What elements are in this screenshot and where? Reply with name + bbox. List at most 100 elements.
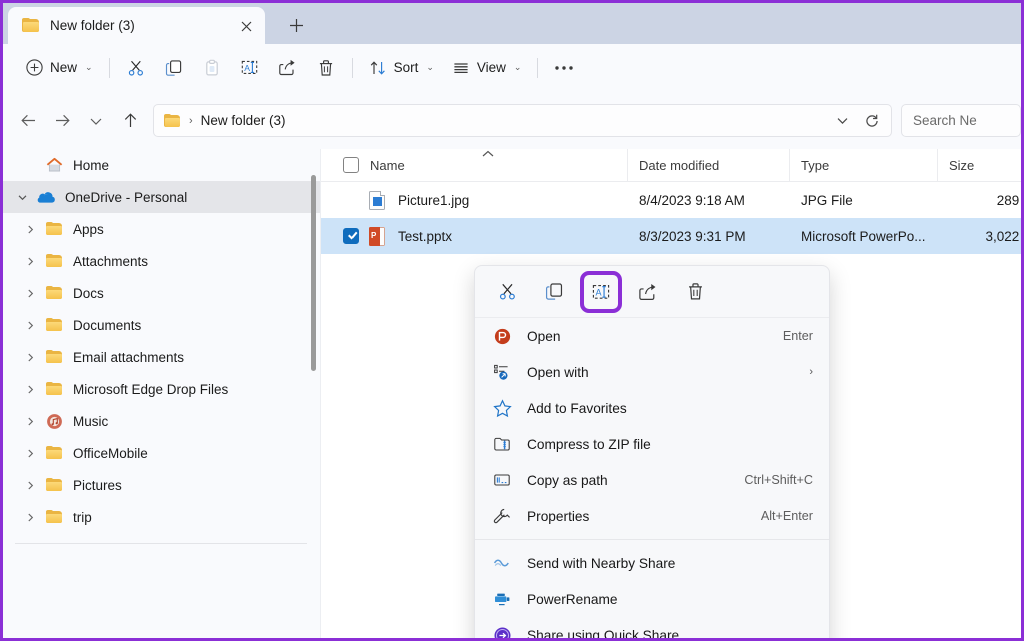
sidebar-item-label: Docs — [73, 285, 104, 301]
chevron-right-icon[interactable] — [17, 480, 43, 491]
column-header-name[interactable]: Name — [321, 149, 627, 182]
new-tab-button[interactable] — [279, 8, 313, 42]
back-button[interactable] — [11, 104, 45, 138]
sidebar-item-onedrive-personal[interactable]: OneDrive - Personal — [3, 181, 321, 213]
sidebar-scrollbar[interactable] — [310, 163, 317, 603]
sidebar-item-apps[interactable]: Apps — [3, 213, 321, 245]
table-row[interactable]: Picture1.jpg 8/4/2023 9:18 AM JPG File 2… — [321, 182, 1021, 218]
svg-text:A: A — [244, 63, 250, 73]
up-button[interactable] — [113, 104, 147, 138]
wrench-icon — [492, 507, 512, 526]
menu-item-open-with[interactable]: Open with › — [475, 354, 829, 390]
menu-item-open[interactable]: Open Enter — [475, 318, 829, 354]
sidebar-item-microsoft-edge-drop-files[interactable]: Microsoft Edge Drop Files — [3, 373, 321, 405]
sidebar-item-attachments[interactable]: Attachments — [3, 245, 321, 277]
cell-type: JPG File — [801, 192, 853, 208]
context-delete-button[interactable] — [680, 277, 710, 307]
divider — [108, 57, 110, 78]
menu-item-properties[interactable]: Properties Alt+Enter — [475, 498, 829, 534]
nearby-share-icon — [492, 556, 512, 570]
scrollbar-thumb[interactable] — [311, 175, 316, 371]
menu-item-label: Open — [527, 328, 561, 344]
chevron-right-icon[interactable] — [17, 224, 43, 235]
plus-circle-icon — [26, 59, 43, 76]
onedrive-cloud-icon-wrap — [35, 190, 57, 204]
tab-new-folder-3[interactable]: New folder (3) — [8, 7, 265, 44]
column-header-size[interactable]: Size — [937, 149, 1021, 182]
menu-item-powerrename[interactable]: PowerRename — [475, 581, 829, 617]
cell-size: 3,022 KB — [985, 228, 1021, 244]
context-menu: A Open Enter Open with › Add to Favorite… — [474, 265, 830, 641]
sidebar-item-music[interactable]: Music — [3, 405, 321, 437]
context-cut-button[interactable] — [492, 277, 522, 307]
sidebar-item-docs[interactable]: Docs — [3, 277, 321, 309]
chevron-right-icon[interactable] — [17, 384, 43, 395]
context-share-button[interactable] — [633, 277, 663, 307]
jpg-file-icon — [369, 190, 385, 210]
column-header-size-label: Size — [949, 157, 975, 173]
address-row: › New folder (3) Search Ne — [3, 92, 1021, 149]
chevron-right-icon[interactable] — [17, 512, 43, 523]
chevron-right-icon[interactable] — [17, 256, 43, 267]
menu-item-label: Copy as path — [527, 472, 608, 488]
column-header-date-label: Date modified — [639, 157, 720, 173]
folder-icon-wrap — [43, 478, 65, 492]
chevron-right-icon[interactable] — [17, 288, 43, 299]
close-icon[interactable] — [235, 15, 257, 37]
cut-button[interactable] — [117, 52, 155, 84]
context-rename-button[interactable]: A — [580, 270, 622, 313]
row-checkbox[interactable] — [343, 192, 359, 208]
context-copy-button[interactable] — [539, 277, 569, 307]
sort-button[interactable]: Sort ⌄ — [360, 52, 443, 84]
sidebar-item-trip[interactable]: trip — [3, 501, 321, 533]
breadcrumb-dropdown-icon[interactable] — [827, 107, 857, 135]
menu-item-share-using-quick-share[interactable]: Share using Quick Share — [475, 617, 829, 641]
delete-button[interactable] — [307, 52, 345, 84]
select-all-checkbox[interactable] — [343, 157, 359, 173]
cell-type: Microsoft PowerPo... — [801, 228, 926, 244]
folder-icon — [164, 113, 181, 128]
scissors-icon — [127, 59, 145, 77]
cell-date-modified: 8/3/2023 9:31 PM — [639, 228, 746, 244]
sidebar-item-home[interactable]: Home — [3, 149, 321, 181]
menu-item-label: Share using Quick Share — [527, 627, 680, 641]
paste-button[interactable] — [193, 52, 231, 84]
sidebar-item-officemobile[interactable]: OfficeMobile — [3, 437, 321, 469]
refresh-icon[interactable] — [857, 107, 887, 135]
chevron-right-icon[interactable] — [17, 448, 43, 459]
sidebar-item-label: Documents — [73, 317, 142, 333]
folder-icon-wrap — [43, 222, 65, 236]
ellipsis-icon — [554, 64, 574, 72]
menu-item-send-with-nearby-share[interactable]: Send with Nearby Share — [475, 545, 829, 581]
forward-button[interactable] — [45, 104, 79, 138]
copy-button[interactable] — [155, 52, 193, 84]
table-row[interactable]: P Test.pptx 8/3/2023 9:31 PM Microsoft P… — [321, 218, 1021, 254]
breadcrumb-bar[interactable]: › New folder (3) — [153, 104, 892, 137]
share-button[interactable] — [269, 52, 307, 84]
chevron-right-icon[interactable] — [17, 416, 43, 427]
menu-item-copy-as-path[interactable]: Copy as path Ctrl+Shift+C — [475, 462, 829, 498]
sidebar-item-pictures[interactable]: Pictures — [3, 469, 321, 501]
sidebar-item-email-attachments[interactable]: Email attachments — [3, 341, 321, 373]
chevron-right-icon[interactable] — [17, 352, 43, 363]
see-more-button[interactable] — [545, 52, 583, 84]
sidebar-item-documents[interactable]: Documents — [3, 309, 321, 341]
cell-size: 289 KB — [996, 192, 1021, 208]
chevron-down-icon[interactable] — [9, 192, 35, 203]
new-button[interactable]: New ⌄ — [17, 52, 102, 84]
view-button[interactable]: View ⌄ — [443, 52, 531, 84]
music-folder-icon-wrap — [43, 413, 65, 430]
column-header-type[interactable]: Type — [789, 149, 937, 182]
sidebar-item-label: Email attachments — [73, 349, 185, 365]
row-checkbox[interactable] — [343, 228, 359, 244]
rename-button[interactable]: A — [231, 52, 269, 84]
menu-item-compress-to-zip-file[interactable]: Compress to ZIP file — [475, 426, 829, 462]
chevron-right-icon[interactable] — [17, 320, 43, 331]
menu-item-add-to-favorites[interactable]: Add to Favorites — [475, 390, 829, 426]
column-header-date-modified[interactable]: Date modified — [627, 149, 789, 182]
recent-locations-button[interactable] — [79, 104, 113, 138]
menu-item-shortcut: Enter — [782, 329, 813, 343]
search-input[interactable]: Search Ne — [901, 104, 1021, 137]
sidebar-item-label: Pictures — [73, 477, 122, 493]
zip-icon — [492, 435, 512, 453]
